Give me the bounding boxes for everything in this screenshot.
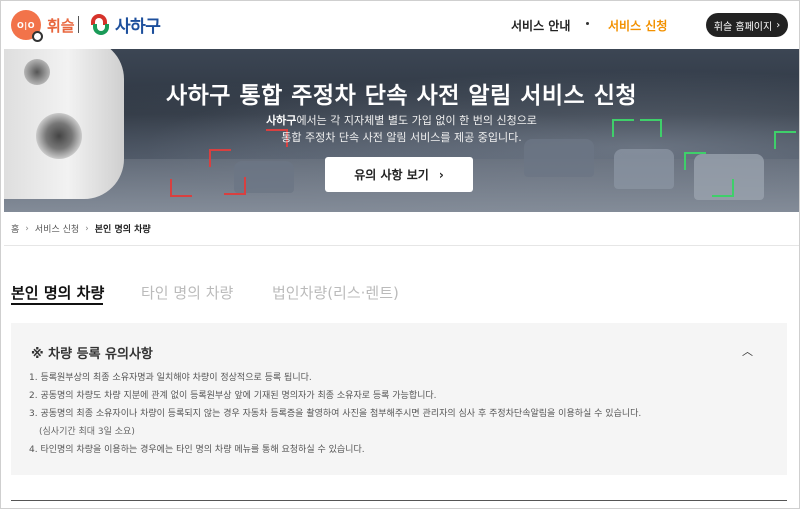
breadcrumb-divider <box>4 245 799 246</box>
banner-car-image <box>614 149 674 189</box>
huisle-home-button[interactable]: 휘슬 홈페이지 › <box>706 13 788 37</box>
tab-corporate-vehicle[interactable]: 법인차량(리스·렌트) <box>272 282 399 303</box>
detection-frame-icon <box>684 152 706 170</box>
banner-desc-highlight: 사하구 <box>266 114 297 127</box>
detection-frame-icon <box>224 177 246 195</box>
view-notice-button[interactable]: 유의 사항 보기 › <box>325 157 473 192</box>
breadcrumb-home[interactable]: 홈 <box>11 222 19 235</box>
detection-frame-icon <box>170 179 192 197</box>
page-frame: O|O 휘슬 사하구 서비스 안내 서비스 신청 휘슬 홈페이지 › 사하구 통… <box>0 0 800 509</box>
notice-item: 2. 공동명의 차량도 차량 지분에 관계 없이 등록원부상 앞에 기재된 명의… <box>29 391 437 401</box>
saha-emblem-icon <box>89 13 111 37</box>
saha-logo[interactable]: 사하구 <box>89 12 161 37</box>
chevron-right-icon: › <box>438 167 444 182</box>
home-button-label: 휘슬 홈페이지 <box>713 21 773 33</box>
saha-logo-text: 사하구 <box>115 17 161 37</box>
active-tab-indicator <box>11 303 103 305</box>
breadcrumb-service-apply[interactable]: 서비스 신청 <box>35 222 79 235</box>
nav-separator-dot <box>586 22 589 25</box>
chevron-right-icon: › <box>776 19 781 31</box>
banner-title: 사하구 통합 주정차 단속 사전 알림 서비스 신청 <box>165 83 638 109</box>
huisle-logo-icon: O|O <box>11 10 43 42</box>
notice-item: 3. 공동명의 최종 소유자이나 차량이 등록되지 않는 경우 자동차 등록증을… <box>29 409 642 419</box>
section-divider <box>11 500 787 501</box>
huisle-logo-mark: O|O <box>16 20 36 30</box>
site-header: O|O 휘슬 사하구 서비스 안내 서비스 신청 휘슬 홈페이지 › <box>1 1 799 49</box>
breadcrumb: 홈 › 서비스 신청 › 본인 명의 차량 <box>11 222 151 236</box>
detection-frame-icon <box>209 149 231 167</box>
nav-service-guide[interactable]: 서비스 안내 <box>511 17 570 34</box>
tab-other-vehicle[interactable]: 타인 명의 차량 <box>141 282 233 303</box>
huisle-logo-text: 휘슬 <box>47 16 75 35</box>
detection-frame-icon <box>712 179 734 197</box>
banner-desc-line2: 통합 주정차 단속 사전 알림 서비스를 제공 중입니다. <box>281 131 522 144</box>
notice-panel-title: ※ 차량 등록 유의사항 <box>31 347 153 362</box>
huisle-logo-badge <box>32 31 43 42</box>
huisle-logo[interactable]: O|O 휘슬 <box>11 10 75 42</box>
chevron-right-icon: › <box>85 223 89 234</box>
breadcrumb-current: 본인 명의 차량 <box>94 225 151 235</box>
banner-description: 사하구에서는 각 지자체별 별도 가입 없이 한 번의 신청으로 통합 주정차 … <box>4 112 799 146</box>
chevron-up-icon[interactable]: ︿ <box>742 343 753 359</box>
registration-notice-panel: ※ 차량 등록 유의사항 ︿ 1. 등록원부상의 최종 소유자명과 일치해야 차… <box>11 323 787 475</box>
tab-own-vehicle[interactable]: 본인 명의 차량 <box>11 282 104 303</box>
nav-service-apply[interactable]: 서비스 신청 <box>608 17 667 34</box>
notice-item-sub: (심사기간 최대 3일 소요) <box>39 427 135 437</box>
notice-item: 4. 타인명의 차량을 이용하는 경우에는 타인 명의 차량 메뉴를 통해 요청… <box>29 445 365 455</box>
hero-banner: 사하구 통합 주정차 단속 사전 알림 서비스 신청 사하구에서는 각 지자체별… <box>4 49 799 212</box>
logo-divider <box>78 16 79 33</box>
notice-item: 1. 등록원부상의 최종 소유자명과 일치해야 차량이 정상적으로 등록 됩니다… <box>29 373 312 383</box>
chevron-right-icon: › <box>25 223 29 234</box>
banner-desc-line1: 에서는 각 지자체별 별도 가입 없이 한 번의 신청으로 <box>296 114 537 127</box>
view-notice-label: 유의 사항 보기 <box>354 168 429 182</box>
notice-list: 1. 등록원부상의 최종 소유자명과 일치해야 차량이 정상적으로 등록 됩니다… <box>29 369 769 459</box>
